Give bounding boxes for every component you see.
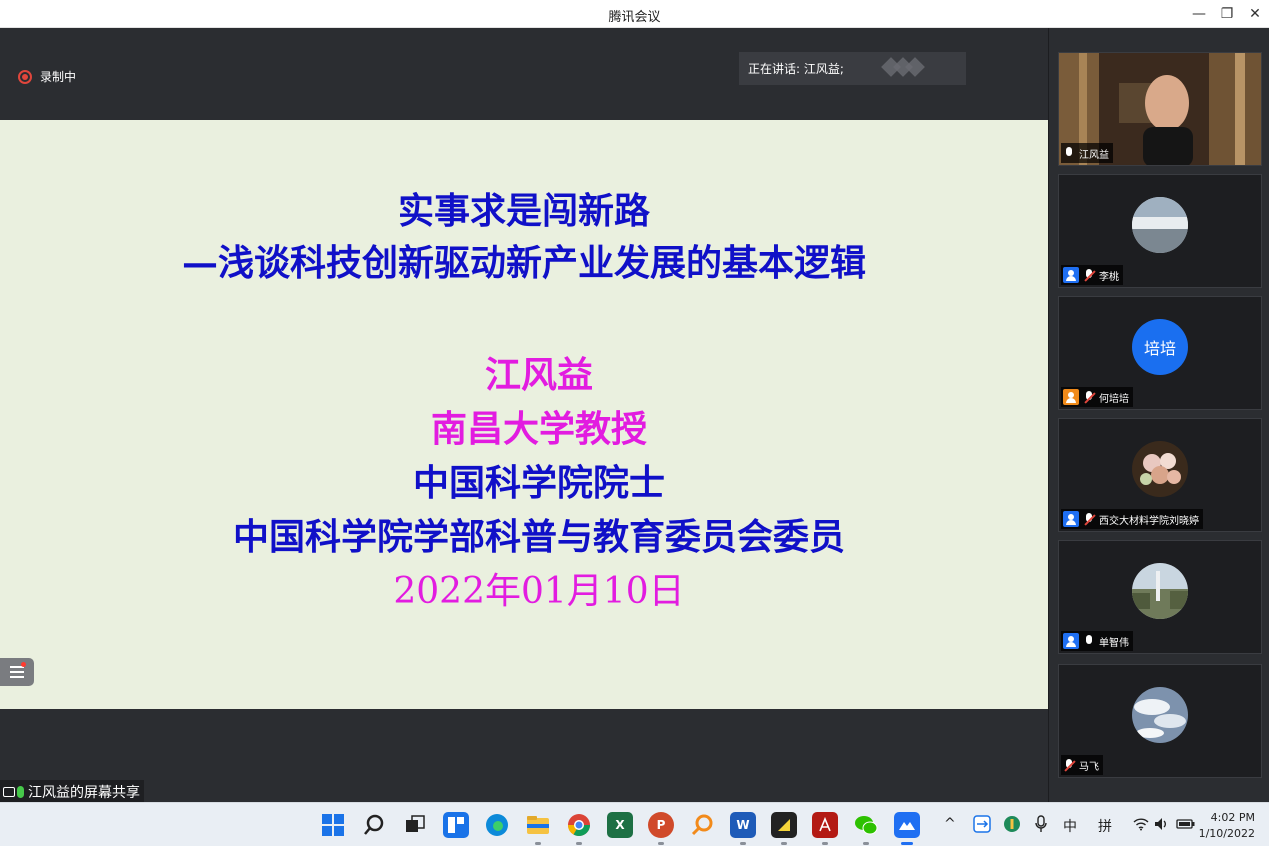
user-icon [1063, 633, 1079, 649]
running-indicator [822, 842, 828, 845]
avatar [1132, 687, 1188, 743]
meeting-area: 录制中 正在讲话: 江风益; 实事求是闯新路 —浅谈科技创新驱动新产业发展的基本… [0, 28, 1048, 802]
wechat-icon[interactable] [853, 812, 879, 838]
participant-name: 单智伟 [1099, 637, 1129, 649]
active-indicator [901, 842, 913, 845]
widgets-icon[interactable] [443, 812, 469, 838]
powerpoint-icon[interactable]: P [648, 812, 674, 838]
screen-share-label: 江风益的屏幕共享 [0, 780, 144, 802]
ime-mode-indicator[interactable]: 拼 [1098, 816, 1112, 836]
restore-button[interactable]: ❐ [1214, 3, 1240, 25]
chrome-icon[interactable] [566, 812, 592, 838]
status-icon[interactable] [1003, 815, 1021, 837]
clock-date: 1/10/2022 [1198, 827, 1255, 840]
avatar: 培培 [1132, 319, 1188, 375]
mic-muted-icon [1083, 512, 1095, 526]
windows-taskbar: X P W ^ 中 拼 4:02 PM 1/10/2022 [0, 802, 1269, 846]
title-bar: 腾讯会议 — ❐ ✕ [0, 0, 1269, 28]
user-icon [1063, 267, 1079, 283]
minimize-button[interactable]: — [1186, 3, 1212, 25]
mic-on-icon [17, 786, 24, 798]
participant-label: 何培培 [1061, 387, 1133, 407]
volume-icon[interactable] [1154, 817, 1170, 835]
running-indicator [781, 842, 787, 845]
acrobat-icon[interactable] [812, 812, 838, 838]
participant-label: 马飞 [1061, 755, 1103, 775]
slide-date: 2022年01月10日 [393, 571, 685, 612]
system-clock[interactable]: 4:02 PM 1/10/2022 [1199, 810, 1255, 842]
participant-tile[interactable]: 西交大材料学院刘晓婷 [1058, 418, 1262, 532]
excel-icon[interactable]: X [607, 812, 633, 838]
participant-tile[interactable]: 马飞 [1058, 664, 1262, 778]
participant-label: 李桃 [1061, 265, 1123, 285]
word-icon[interactable]: W [730, 812, 756, 838]
participant-name: 何培培 [1099, 393, 1129, 405]
slide-title-line1: 实事求是闯新路 [397, 190, 650, 232]
slide-affiliation1: 南昌大学教授 [430, 408, 647, 450]
participant-tile[interactable]: 培培 何培培 [1058, 296, 1262, 410]
clock-time: 4:02 PM [1210, 811, 1255, 824]
member-list-button[interactable] [0, 658, 34, 686]
edge-icon[interactable] [484, 812, 510, 838]
running-indicator [576, 842, 582, 845]
tencent-meeting-icon[interactable] [894, 812, 920, 838]
participant-tile[interactable]: 江风益 [1058, 52, 1262, 166]
participant-name: 江风益 [1079, 149, 1109, 161]
start-icon[interactable] [320, 812, 346, 838]
search-icon[interactable] [361, 812, 387, 838]
teamviewer-icon[interactable] [973, 815, 991, 837]
search-app-icon[interactable] [689, 812, 715, 838]
recording-indicator[interactable]: 录制中 [18, 68, 76, 85]
mic-muted-icon [1083, 268, 1095, 282]
file-explorer-icon[interactable] [525, 812, 551, 838]
avatar [1132, 563, 1188, 619]
wifi-icon[interactable] [1133, 817, 1149, 835]
slide-affiliation3: 中国科学院学部科普与教育委员会委员 [232, 516, 845, 558]
running-indicator [740, 842, 746, 845]
ime-language-indicator[interactable]: 中 [1063, 816, 1077, 836]
slide-title-line2: —浅谈科技创新驱动新产业发展的基本逻辑 [181, 242, 866, 284]
sticky-notes-icon[interactable] [771, 812, 797, 838]
running-indicator [658, 842, 664, 845]
avatar [1132, 197, 1188, 253]
mic-muted-icon [1063, 758, 1075, 772]
slide-presenter: 江风益 [484, 354, 593, 396]
record-icon [18, 69, 32, 84]
screen-share-text: 江风益的屏幕共享 [28, 785, 140, 801]
mic-muted-icon [1083, 390, 1095, 404]
user-icon [1063, 389, 1079, 405]
recording-label: 录制中 [40, 70, 77, 84]
task-view-icon[interactable] [402, 812, 428, 838]
screen-share-icon [3, 787, 15, 797]
chevron-up-icon[interactable]: ^ [944, 816, 956, 832]
battery-icon[interactable] [1176, 817, 1196, 835]
participant-name: 西交大材料学院刘晓婷 [1099, 515, 1199, 527]
mic-on-icon [1063, 146, 1075, 160]
tencent-logo-icon [881, 57, 925, 77]
participant-tile[interactable]: 单智伟 [1058, 540, 1262, 654]
participant-name: 李桃 [1099, 271, 1119, 283]
notification-dot [21, 662, 26, 667]
speaking-label: 正在讲话: 江风益; [748, 62, 844, 76]
avatar [1132, 441, 1188, 497]
user-icon [1063, 511, 1079, 527]
microphone-icon[interactable] [1034, 815, 1048, 837]
participant-label: 单智伟 [1061, 631, 1133, 651]
shared-slide: 实事求是闯新路 —浅谈科技创新驱动新产业发展的基本逻辑 江风益 南昌大学教授 中… [0, 120, 1048, 709]
participant-name: 马飞 [1079, 761, 1099, 773]
window-title: 腾讯会议 [608, 10, 661, 25]
participant-label: 西交大材料学院刘晓婷 [1061, 509, 1203, 529]
mic-on-icon [1083, 634, 1095, 648]
running-indicator [863, 842, 869, 845]
participants-panel: 江风益 李桃 培培 何培培 西交大材料学院刘晓婷 单智伟 马飞 [1048, 28, 1269, 802]
participant-label: 江风益 [1061, 143, 1113, 163]
running-indicator [535, 842, 541, 845]
close-button[interactable]: ✕ [1242, 3, 1268, 25]
speaking-indicator: 正在讲话: 江风益; [739, 52, 966, 85]
participant-tile[interactable]: 李桃 [1058, 174, 1262, 288]
slide-affiliation2: 中国科学院院士 [412, 462, 665, 504]
